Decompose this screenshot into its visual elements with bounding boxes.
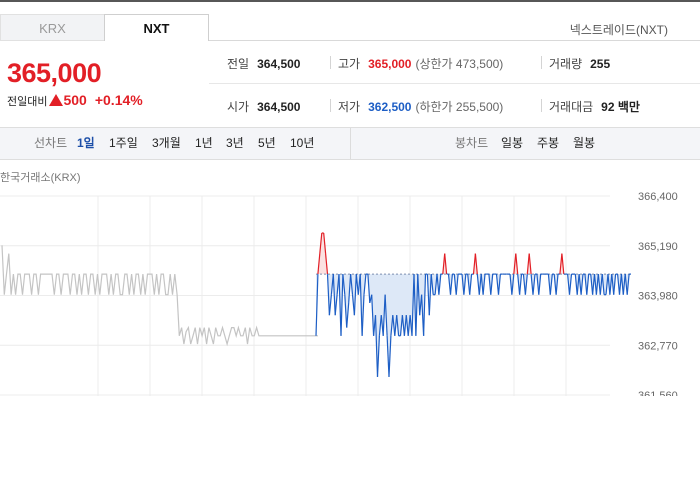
period-1d[interactable]: 1일 [77,128,95,159]
stat-prev-label: 전일 [227,57,250,71]
stat-open-label: 시가 [227,100,250,114]
stats-divider [209,83,700,84]
y-tick-label: 362,770 [638,340,678,352]
stat-open: 시가 364,500 [227,98,300,115]
stat-volume-value: 255 [590,57,611,71]
stat-low-label: 저가 [338,100,361,114]
stat-amount-label: 거래대금 [549,100,594,114]
stat-high-label: 고가 [338,57,361,71]
period-3m[interactable]: 3개월 [152,128,181,159]
blank-area [0,396,700,490]
period-10y[interactable]: 10년 [290,128,314,159]
current-price: 365,000 [7,58,102,88]
market-label: 넥스트레이드(NXT) [569,23,668,37]
period-3y[interactable]: 3년 [226,128,244,159]
tab-divider [209,40,700,41]
upper-limit: (상한가 473,500) [415,57,504,71]
top-border [0,0,700,2]
divider [541,56,542,69]
stat-low-value: 362,500 [368,100,412,114]
line-chart-label: 선차트 [34,136,68,150]
stat-prev: 전일 364,500 [227,55,300,72]
divider [330,56,331,69]
stat-open-value: 364,500 [257,100,301,114]
stat-high-value: 365,000 [368,57,412,71]
stat-low: 저가 362,500 (하한가 255,500) [338,98,503,115]
candle-weekly[interactable]: 주봉 [537,128,559,159]
divider [330,99,331,112]
stat-amount-value: 92 백만 [601,100,640,114]
down-area-fill [316,274,631,377]
period-1y[interactable]: 1년 [195,128,213,159]
chart-toolbar: 선차트 1일 1주일 3개월 1년 3년 5년 10년 봉차트 일봉 주봉 월봉 [0,127,700,160]
y-tick-label: 366,400 [638,191,678,203]
y-tick-label: 365,190 [638,241,678,253]
period-1w[interactable]: 1주일 [109,128,138,159]
stat-amount: 거래대금 92 백만 [549,98,640,115]
candle-daily[interactable]: 일봉 [501,128,523,159]
stat-volume-label: 거래량 [549,57,583,71]
up-arrow-icon [49,94,64,106]
tab-nxt[interactable]: NXT [104,14,209,41]
period-5y[interactable]: 5년 [258,128,276,159]
stat-prev-value: 364,500 [257,57,301,71]
toolbar-divider [350,128,351,159]
change-label: 전일대비 [7,96,48,108]
candle-monthly[interactable]: 월봉 [573,128,595,159]
tab-krx[interactable]: KRX [0,14,104,41]
chart-caption: 한국거래소(KRX) [0,172,81,184]
change-row: 전일대비 500 +0.14% [7,92,143,109]
stat-high: 고가 365,000 (상한가 473,500) [338,55,503,72]
candle-chart-label: 봉차트 [455,136,489,150]
stat-volume: 거래량 255 [549,55,610,72]
divider [541,99,542,112]
lower-limit: (하한가 255,500) [415,100,504,114]
y-tick-label: 363,980 [638,291,678,303]
krx-series-line [1,245,318,347]
change-percent: +0.14% [94,92,143,108]
change-value: 500 [63,92,87,108]
intraday-chart[interactable]: 366,400365,190363,980362,770361,560 [0,184,700,396]
